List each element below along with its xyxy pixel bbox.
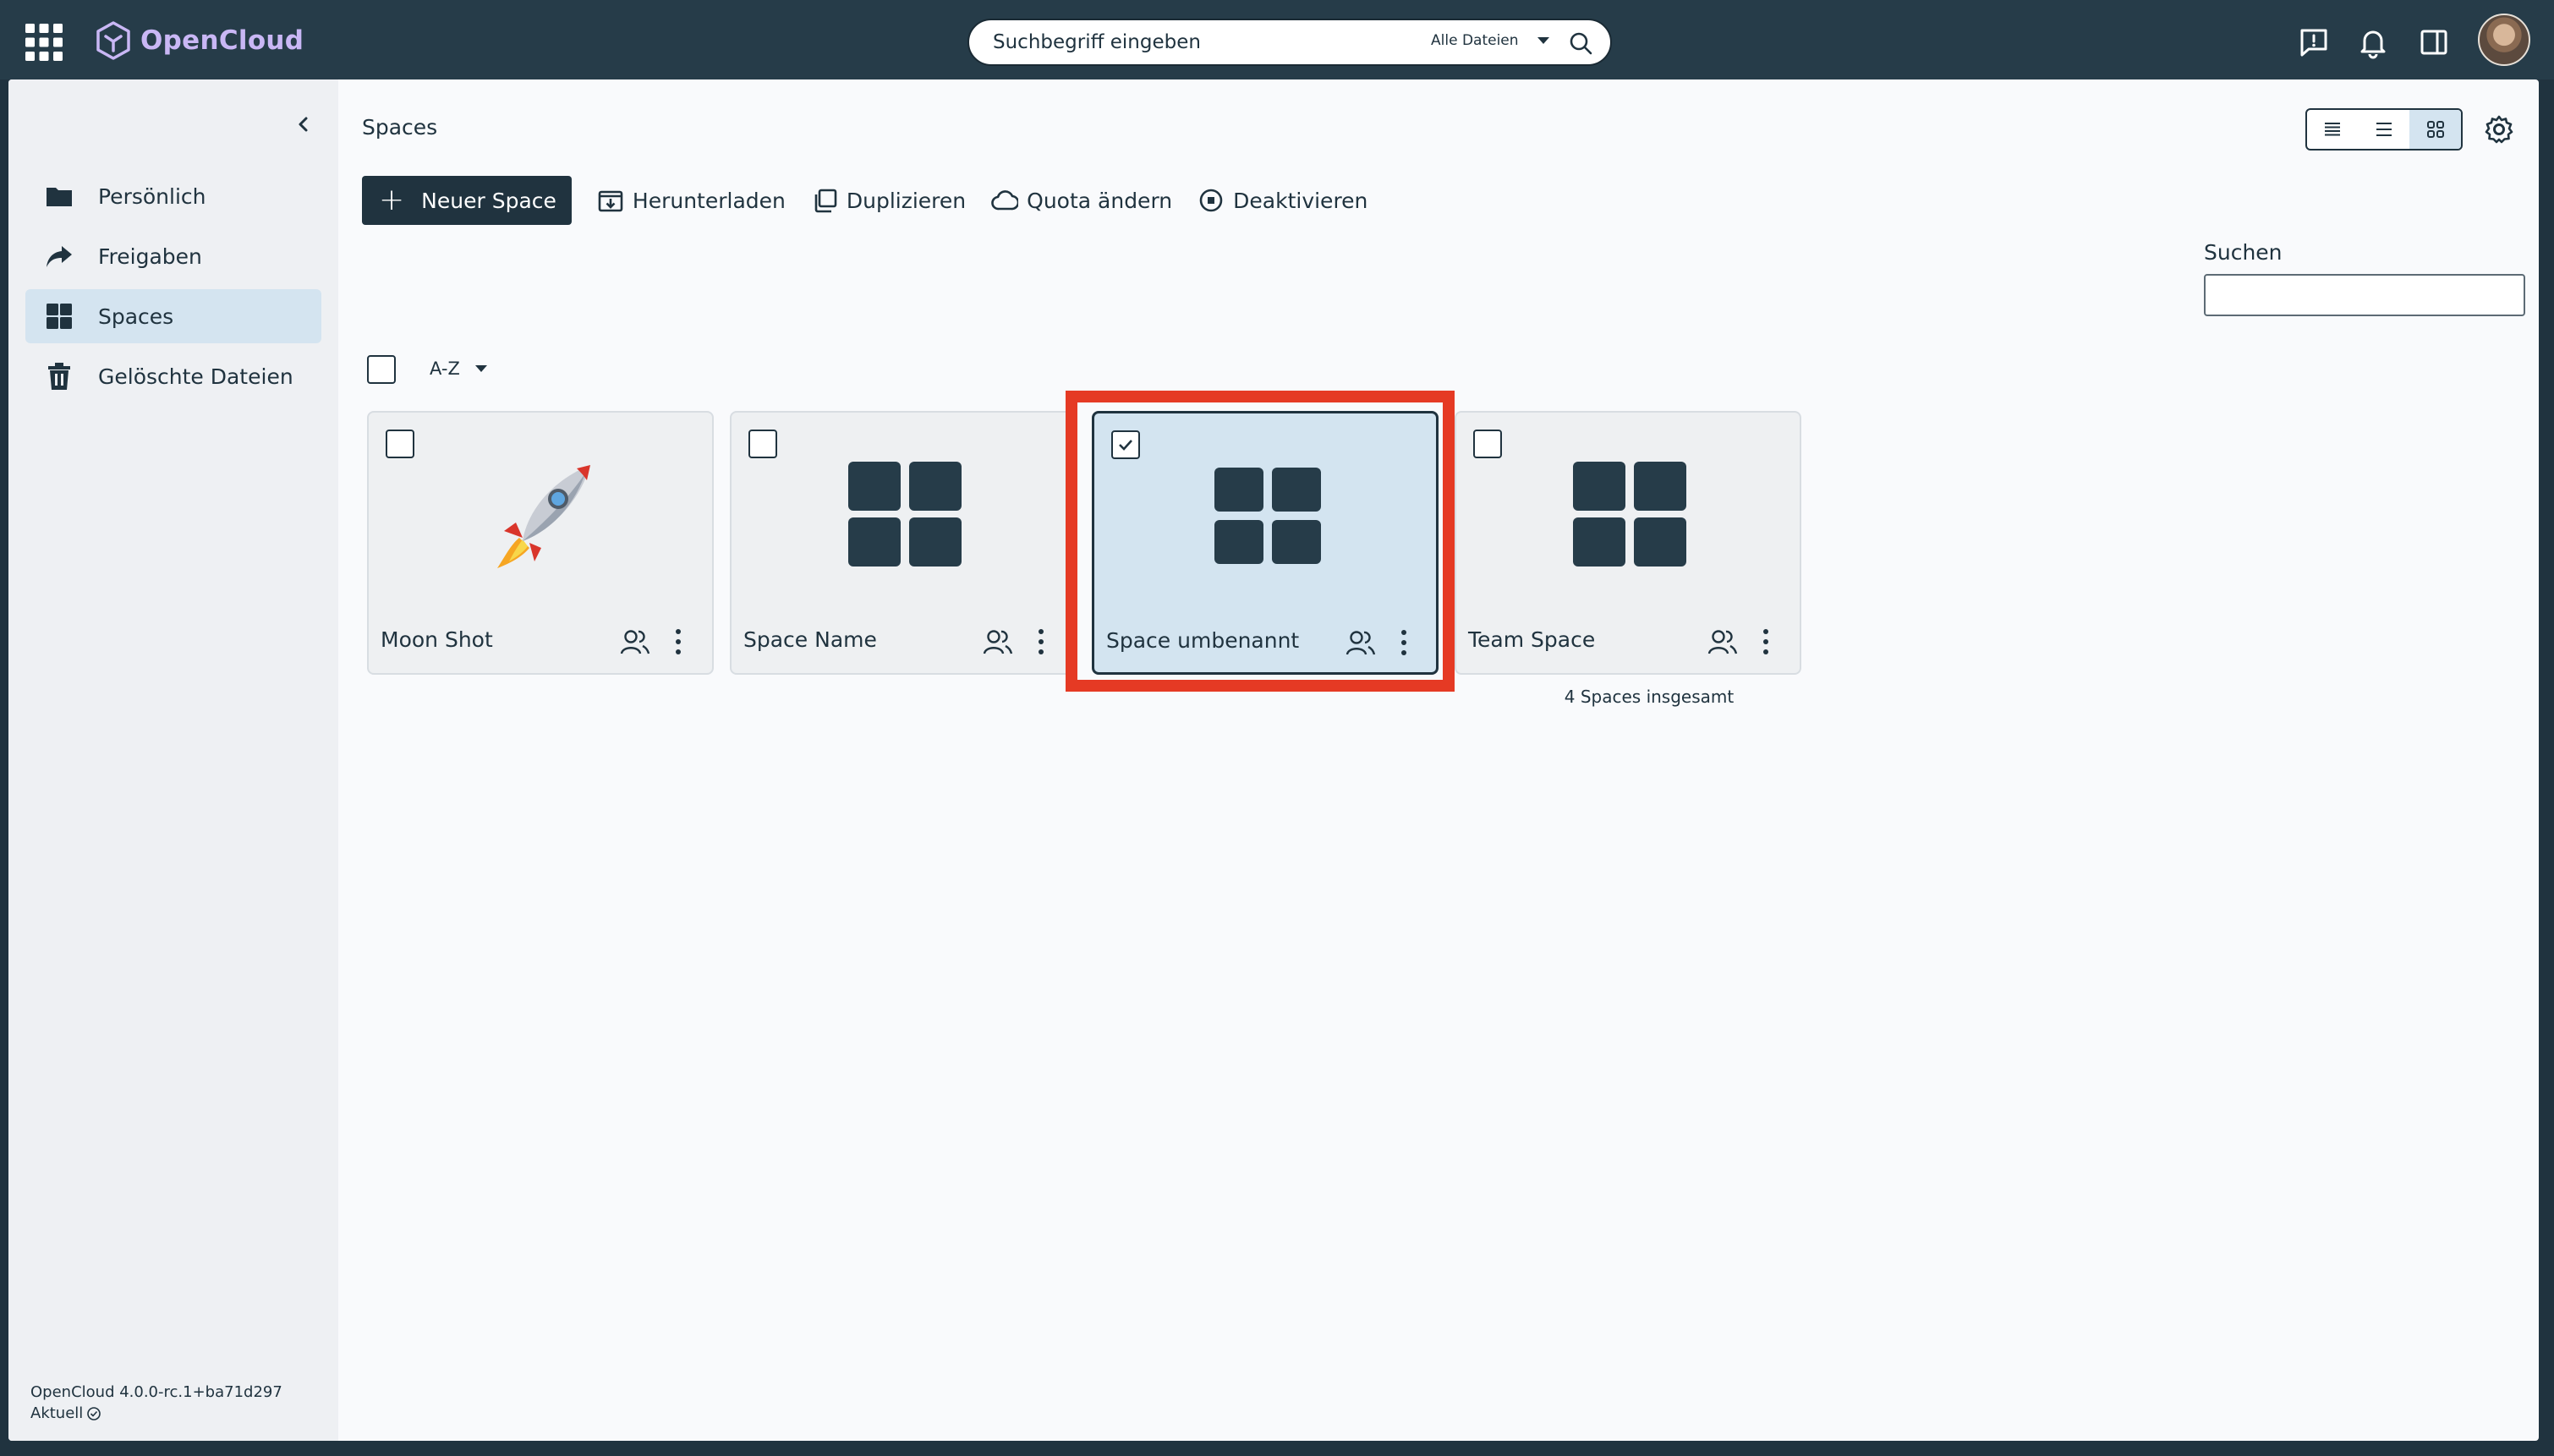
- settings-gear-icon[interactable]: [2483, 113, 2515, 145]
- caret-down-icon: [474, 365, 487, 372]
- download-button[interactable]: Herunterladen: [597, 187, 786, 214]
- caret-down-icon: [1537, 37, 1549, 44]
- select-all-checkbox[interactable]: [367, 355, 396, 384]
- share-icon: [44, 241, 74, 271]
- filter-label: Suchen: [2204, 240, 2283, 265]
- plus-icon: +: [379, 183, 405, 217]
- members-icon[interactable]: [982, 626, 1014, 658]
- space-card-team-space[interactable]: Team Space: [1455, 411, 1801, 675]
- side-panel-toggle-icon[interactable]: [2417, 25, 2451, 59]
- duplicate-button[interactable]: Duplizieren: [811, 187, 966, 214]
- sidebar-item-label: Persönlich: [98, 183, 206, 209]
- download-label: Herunterladen: [632, 188, 786, 213]
- space-checkbox[interactable]: [386, 430, 414, 458]
- cloud-icon: [991, 190, 1019, 211]
- new-space-button[interactable]: + Neuer Space: [362, 176, 572, 225]
- space-name: Moon Shot: [381, 627, 493, 652]
- sidebar-item-label: Gelöschte Dateien: [98, 364, 293, 389]
- search-scope-label: Alle Dateien: [1431, 32, 1519, 49]
- search-scope-dropdown[interactable]: Alle Dateien: [1431, 32, 1549, 49]
- space-card-moon-shot[interactable]: Moon Shot: [367, 411, 714, 675]
- space-card-space-umbenannt[interactable]: Space umbenannt: [1092, 411, 1439, 675]
- space-grid-icon: [848, 457, 963, 572]
- sidebar-item-persoenlich[interactable]: Persönlich: [25, 169, 321, 223]
- tiles-view-icon[interactable]: [2409, 110, 2461, 149]
- space-checkbox[interactable]: [1473, 430, 1502, 458]
- sidebar-item-label: Spaces: [98, 304, 174, 329]
- user-avatar[interactable]: [2478, 14, 2530, 66]
- app-switcher-icon[interactable]: [25, 24, 63, 61]
- disable-button[interactable]: Deaktivieren: [1198, 187, 1367, 214]
- new-space-label: Neuer Space: [421, 188, 556, 213]
- more-options-icon[interactable]: [1761, 627, 1771, 656]
- more-options-icon[interactable]: [673, 627, 683, 656]
- check-circle-icon: [87, 1406, 101, 1420]
- checkmark-icon: [1119, 440, 1132, 451]
- space-grid-icon: [1211, 457, 1326, 572]
- disable-label: Deaktivieren: [1233, 188, 1368, 213]
- main-content: Spaces + Neuer Space Herunterladen Dupli…: [338, 79, 2539, 1441]
- feedback-icon[interactable]: [2297, 25, 2331, 59]
- rocket-icon: [485, 457, 600, 572]
- members-icon[interactable]: [1707, 626, 1739, 658]
- sidebar-item-spaces[interactable]: Spaces: [25, 289, 321, 343]
- duplicate-icon: [814, 189, 837, 213]
- spaces-grid-icon: [44, 301, 74, 331]
- app-frame: Persönlich Freigaben Spaces Gelöschte Da…: [8, 79, 2539, 1441]
- search-icon[interactable]: [1568, 30, 1593, 56]
- sidebar: Persönlich Freigaben Spaces Gelöschte Da…: [8, 79, 338, 1441]
- members-icon[interactable]: [619, 626, 651, 658]
- app-name: OpenCloud: [140, 25, 304, 56]
- app-logo[interactable]: OpenCloud: [95, 19, 304, 63]
- opencloud-logo-icon: [96, 21, 130, 60]
- space-name: Space Name: [743, 627, 877, 652]
- search-input[interactable]: [993, 25, 1399, 59]
- filter-spaces-input[interactable]: [2204, 274, 2525, 316]
- sidebar-item-geloeschte-dateien[interactable]: Gelöschte Dateien: [25, 349, 321, 403]
- members-icon[interactable]: [1345, 627, 1377, 659]
- collapse-sidebar-chevron-icon[interactable]: [291, 112, 316, 137]
- space-card-space-name[interactable]: Space Name: [730, 411, 1077, 675]
- sidebar-item-freigaben[interactable]: Freigaben: [25, 229, 321, 283]
- space-name: Team Space: [1468, 627, 1596, 652]
- folder-icon: [44, 181, 74, 211]
- version-status: Aktuell: [30, 1403, 282, 1424]
- change-quota-label: Quota ändern: [1027, 188, 1173, 213]
- sidebar-item-label: Freigaben: [98, 244, 202, 269]
- trash-icon: [44, 361, 74, 391]
- space-grid-icon: [1573, 457, 1688, 572]
- notifications-bell-icon[interactable]: [2356, 25, 2390, 59]
- top-bar: OpenCloud Alle Dateien: [0, 0, 2554, 79]
- space-checkbox-checked[interactable]: [1111, 430, 1140, 459]
- version-info: OpenCloud 4.0.0-rc.1+ba71d297 Aktuell: [30, 1382, 282, 1424]
- global-search: Alle Dateien: [967, 19, 1612, 66]
- actions-toolbar: + Neuer Space Herunterladen Duplizieren …: [362, 176, 1367, 225]
- more-options-icon[interactable]: [1036, 627, 1046, 656]
- version-label: OpenCloud 4.0.0-rc.1+ba71d297: [30, 1383, 282, 1401]
- table-view-icon[interactable]: [2359, 110, 2410, 149]
- stop-circle-icon: [1199, 189, 1223, 212]
- spaces-total-count: 4 Spaces insgesamt: [1564, 687, 1735, 707]
- page-title: Spaces: [362, 115, 438, 140]
- change-quota-button[interactable]: Quota ändern: [991, 187, 1172, 214]
- download-icon: [598, 190, 623, 212]
- version-status-label: Aktuell: [30, 1404, 84, 1422]
- condensed-table-view-icon[interactable]: [2307, 110, 2359, 149]
- sort-dropdown[interactable]: A-Z: [430, 359, 487, 379]
- space-checkbox[interactable]: [748, 430, 777, 458]
- sort-label: A-Z: [430, 359, 460, 379]
- duplicate-label: Duplizieren: [846, 188, 967, 213]
- space-name: Space umbenannt: [1106, 628, 1300, 653]
- view-mode-switch: [2305, 108, 2463, 151]
- more-options-icon[interactable]: [1399, 628, 1409, 657]
